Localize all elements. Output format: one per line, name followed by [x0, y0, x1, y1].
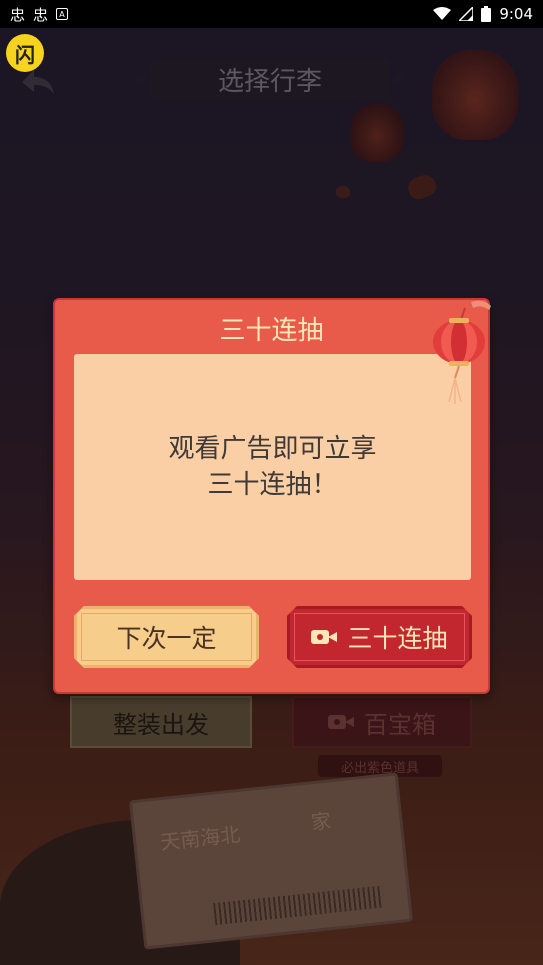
signal-icon [459, 7, 474, 21]
notification-icon: 忠 [33, 5, 49, 24]
battery-icon [481, 6, 492, 22]
dialog-message-line2: 三十连抽！ [207, 470, 338, 500]
status-time: 9:04 [499, 5, 533, 23]
thirty-draw-button[interactable]: 三十连抽 [287, 606, 472, 668]
dialog-message-panel: 观看广告即可立享 三十连抽！ [74, 354, 471, 580]
app-badge-icon[interactable]: 闪 [6, 34, 44, 72]
wifi-icon [433, 7, 452, 20]
hanging-lantern-icon [433, 300, 491, 404]
next-time-label: 下次一定 [116, 624, 217, 653]
notification-icon: 忠 [10, 5, 26, 24]
next-time-button[interactable]: 下次一定 [74, 606, 259, 668]
text-notification-icon: A [56, 8, 69, 20]
status-bar: 忠 忠 A 9:04 [0, 0, 543, 28]
video-camera-icon [311, 628, 337, 646]
thirty-draw-dialog: 三十连抽 观看广告即可立享 三十连抽！ 下次一定 三十连抽 [53, 298, 491, 694]
dialog-message-line1: 观看广告即可立享 [168, 434, 377, 464]
thirty-draw-label: 三十连抽 [347, 624, 448, 653]
